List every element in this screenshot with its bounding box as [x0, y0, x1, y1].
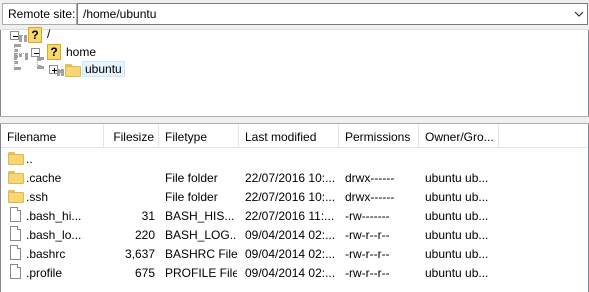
file-owner: ubuntu ub... — [425, 266, 489, 280]
folder-icon — [8, 190, 24, 203]
column-header-filename[interactable]: Filename — [1, 124, 104, 148]
tree-node-label[interactable]: ubuntu — [82, 61, 125, 77]
remote-path-value[interactable]: /home/ubuntu — [83, 7, 156, 21]
file-owner: ubuntu ub... — [425, 209, 489, 223]
file-icon — [10, 207, 21, 222]
folder-icon — [8, 152, 24, 165]
file-icon — [10, 245, 21, 260]
file-row-parent[interactable]: .. — [1, 149, 588, 168]
file-row[interactable]: .bash_hi... 31 BASH_HIS... 22/07/2016 11… — [1, 206, 588, 225]
remote-site-bar: Remote site: /home/ubuntu — [0, 0, 589, 30]
file-icon — [10, 264, 21, 279]
file-row[interactable]: .ssh File folder 22/07/2016 10:... drwx-… — [1, 187, 588, 206]
file-size: 31 — [141, 209, 155, 223]
file-permissions: -rw-r--r-- — [345, 228, 390, 242]
file-modified: 09/04/2014 02:... — [245, 266, 336, 280]
file-modified: 22/07/2016 10:... — [245, 190, 336, 204]
column-header-filetype[interactable]: Filetype — [159, 124, 239, 148]
tree-node-label[interactable]: / — [47, 27, 50, 41]
file-name: .cache — [26, 171, 62, 185]
file-permissions: -rw-r--r-- — [345, 266, 390, 280]
file-type: BASH_HIS... — [165, 209, 235, 223]
file-size: 3,637 — [124, 247, 155, 261]
file-modified: 22/07/2016 11:... — [245, 209, 335, 223]
file-name: .bashrc — [26, 247, 66, 261]
file-row[interactable]: .cache File folder 22/07/2016 10:... drw… — [1, 168, 588, 187]
column-header-owner-group[interactable]: Owner/Gro... — [419, 124, 499, 148]
column-header-filesize[interactable]: Filesize — [104, 124, 159, 148]
file-permissions: drwx------ — [345, 171, 395, 185]
tree-collapse-toggle[interactable] — [10, 31, 19, 40]
folder-icon — [8, 171, 24, 184]
file-permissions: drwx------ — [345, 190, 395, 204]
remote-site-label: Remote site: — [2, 3, 77, 25]
file-type: PROFILE File — [165, 266, 237, 280]
file-permissions: -rw------- — [345, 209, 390, 223]
file-modified: 22/07/2016 10:... — [245, 171, 336, 185]
file-owner: ubuntu ub... — [425, 228, 489, 242]
file-owner: ubuntu ub... — [425, 171, 489, 185]
file-owner: ubuntu ub... — [425, 247, 489, 261]
tree-expand-toggle[interactable] — [49, 65, 58, 74]
chevron-down-icon[interactable] — [571, 4, 587, 24]
file-permissions: -rw-r--r-- — [345, 247, 390, 261]
file-list-header: Filename Filesize Filetype Last modified… — [1, 124, 588, 148]
file-type: BASHRC File — [165, 247, 237, 261]
remote-path-combobox[interactable]: /home/ubuntu — [77, 3, 588, 25]
tree-node-ubuntu[interactable]: ubuntu — [1, 61, 161, 79]
file-modified: 09/04/2014 02:... — [245, 247, 336, 261]
file-row[interactable]: .profile 675 PROFILE File 09/04/2014 02:… — [1, 263, 588, 282]
tree-node-home[interactable]: ? home — [1, 44, 141, 62]
remote-file-list[interactable]: Filename Filesize Filetype Last modified… — [0, 124, 589, 292]
file-icon — [10, 226, 21, 241]
file-name: .. — [26, 152, 33, 166]
file-size: 220 — [134, 228, 155, 242]
file-name: .bash_hi... — [26, 209, 82, 223]
tree-collapse-toggle[interactable] — [31, 48, 40, 57]
file-name: .ssh — [26, 190, 49, 204]
file-name: .profile — [26, 266, 63, 280]
column-header-last-modified[interactable]: Last modified — [239, 124, 339, 148]
file-size: 675 — [134, 266, 155, 280]
file-type: File folder — [165, 190, 218, 204]
tree-node-label[interactable]: home — [66, 45, 96, 59]
file-owner: ubuntu ub... — [425, 190, 489, 204]
remote-directory-tree[interactable]: ? / ? home ubuntu — [0, 27, 589, 116]
folder-icon — [65, 64, 81, 77]
file-type: File folder — [165, 171, 218, 185]
unknown-folder-icon: ? — [47, 44, 61, 60]
file-row[interactable]: .bash_lo... 220 BASH_LOG... 09/04/2014 0… — [1, 225, 588, 244]
column-header-permissions[interactable]: Permissions — [339, 124, 419, 148]
file-name: .bash_lo... — [26, 228, 82, 242]
file-row[interactable]: .bashrc 3,637 BASHRC File 09/04/2014 02:… — [1, 244, 588, 263]
file-type: BASH_LOG... — [165, 228, 237, 242]
unknown-folder-icon: ? — [28, 27, 42, 43]
pane-splitter[interactable] — [0, 116, 589, 124]
file-modified: 09/04/2014 02:... — [245, 228, 336, 242]
